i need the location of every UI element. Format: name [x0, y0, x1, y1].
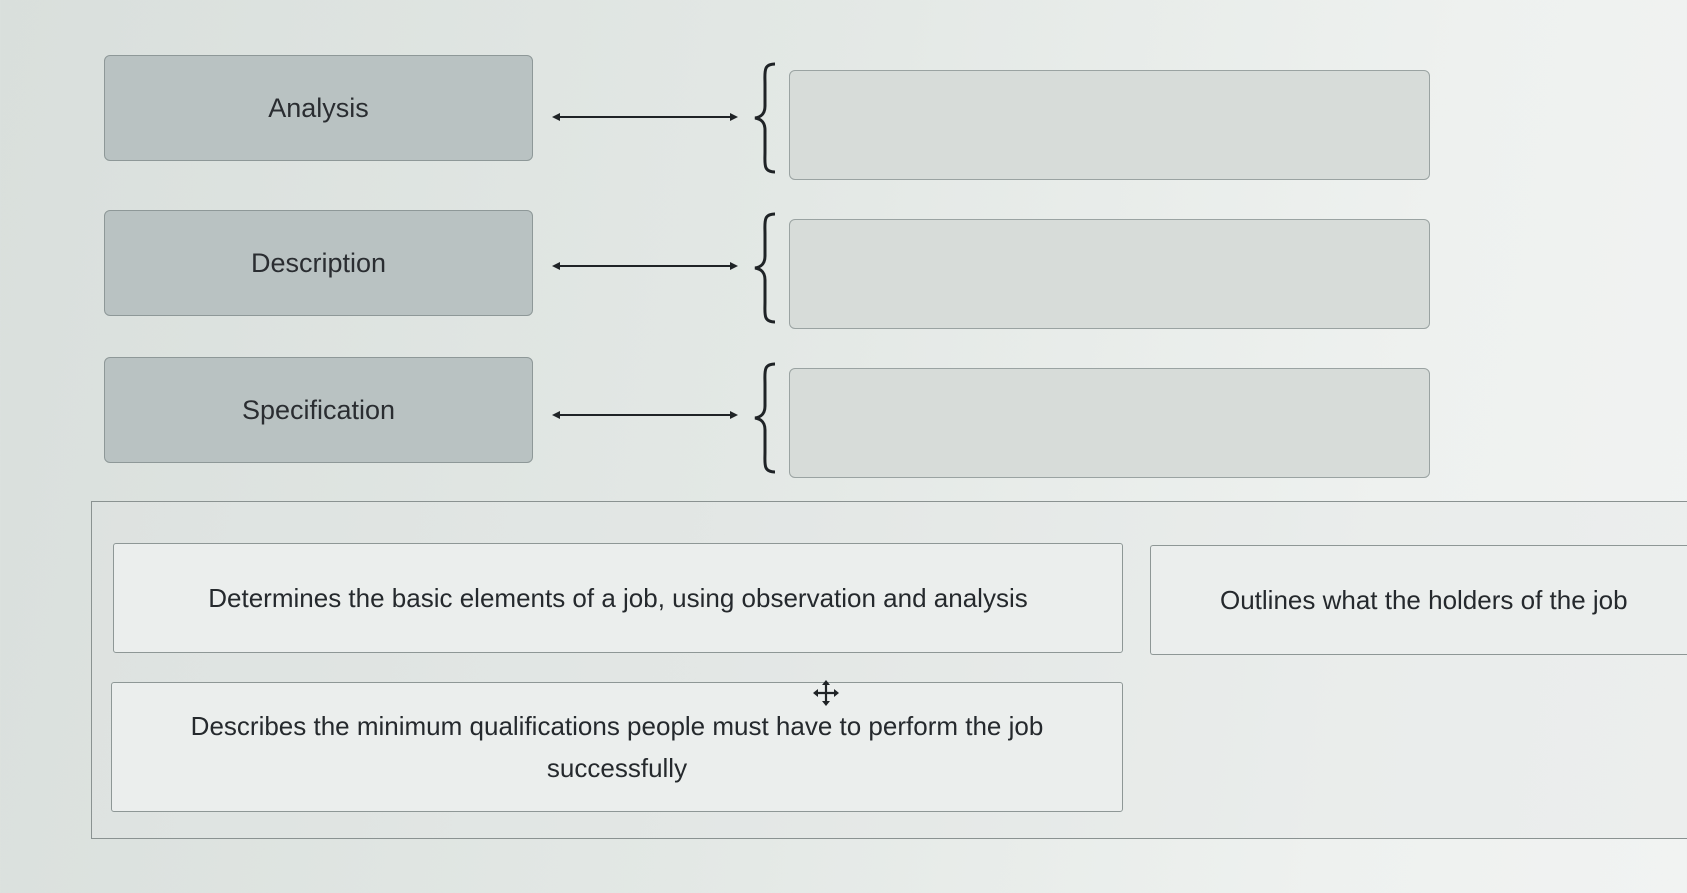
term-label: Analysis [268, 92, 369, 123]
drop-zone-specification[interactable] [789, 368, 1430, 478]
double-arrow-icon [552, 113, 738, 121]
term-specification: Specification [104, 357, 533, 463]
curly-brace-icon [754, 62, 776, 174]
answer-card-specification-definition[interactable]: Describes the minimum qualifications peo… [111, 682, 1123, 812]
double-arrow-icon [552, 411, 738, 419]
double-arrow-icon [552, 262, 738, 270]
drop-zone-description[interactable] [789, 219, 1430, 329]
curly-brace-icon [754, 362, 776, 474]
answer-card-description-definition[interactable]: Outlines what the holders of the job [1150, 545, 1687, 655]
move-cursor-icon [813, 680, 839, 706]
answer-card-analysis-definition[interactable]: Determines the basic elements of a job, … [113, 543, 1123, 653]
term-label: Specification [241, 394, 396, 425]
term-label: Description [250, 247, 387, 278]
answer-card-text: Determines the basic elements of a job, … [208, 583, 1028, 613]
term-description: Description [104, 210, 533, 316]
answer-card-text: Describes the minimum qualifications peo… [190, 711, 1044, 783]
term-analysis: Analysis [104, 55, 533, 161]
drop-zone-analysis[interactable] [789, 70, 1430, 180]
answer-card-text: Outlines what the holders of the job [1220, 585, 1628, 615]
curly-brace-icon [754, 212, 776, 324]
